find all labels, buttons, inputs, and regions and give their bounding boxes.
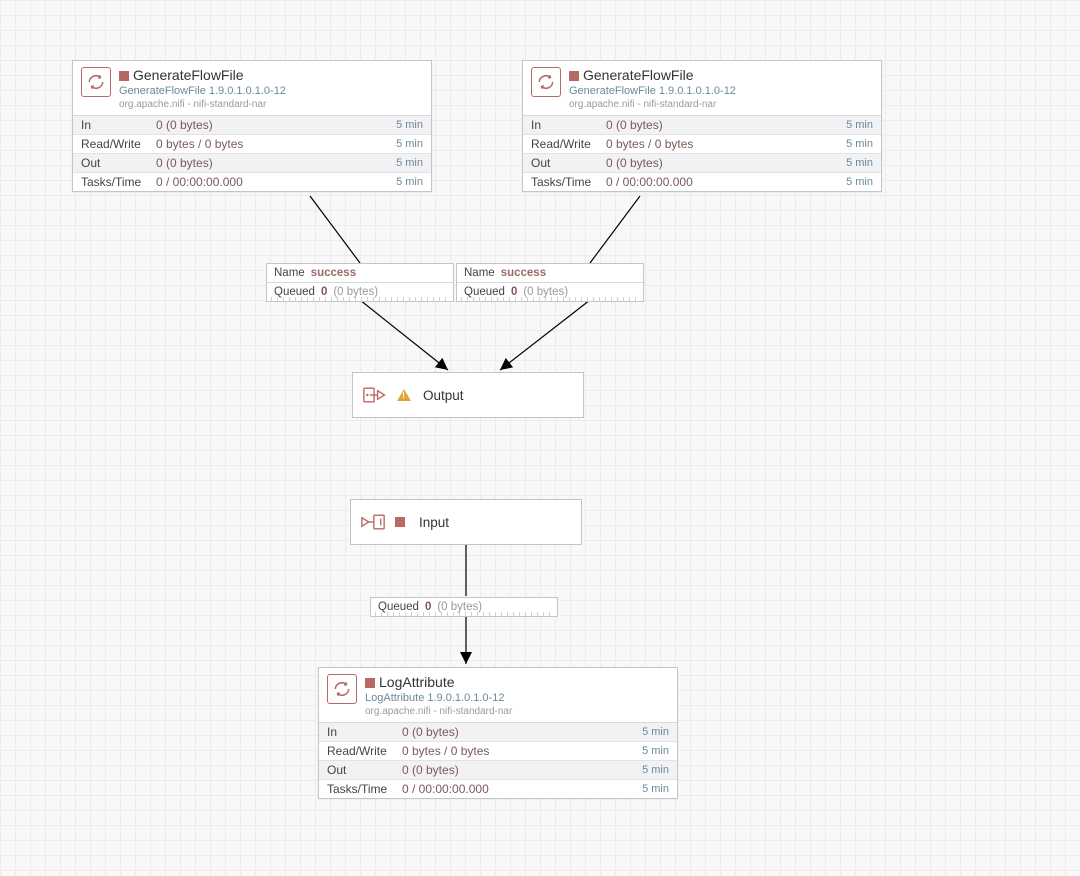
connection-name: success bbox=[501, 267, 546, 279]
stat-tasks: Tasks/Time0 / 00:00:00.0005 min bbox=[73, 173, 431, 191]
processor-generateflowfile-2[interactable]: GenerateFlowFile GenerateFlowFile 1.9.0.… bbox=[522, 60, 882, 192]
warning-icon bbox=[397, 389, 411, 401]
stat-readwrite: Read/Write0 bytes / 0 bytes5 min bbox=[523, 135, 881, 154]
queued-size: (0 bytes) bbox=[333, 286, 378, 298]
processor-stats: In0 (0 bytes)5 min Read/Write0 bytes / 0… bbox=[319, 722, 677, 798]
status-stopped-icon bbox=[365, 678, 375, 688]
stat-in: In0 (0 bytes)5 min bbox=[319, 723, 677, 742]
processor-type: GenerateFlowFile 1.9.0.1.0.1.0-12 bbox=[569, 85, 736, 98]
output-port[interactable]: Output bbox=[352, 372, 584, 418]
processor-type: GenerateFlowFile 1.9.0.1.0.1.0-12 bbox=[119, 85, 286, 98]
connection-name: success bbox=[311, 267, 356, 279]
queued-count: 0 bbox=[511, 286, 517, 298]
processor-stats: In0 (0 bytes)5 min Read/Write0 bytes / 0… bbox=[73, 115, 431, 191]
stat-out: Out0 (0 bytes)5 min bbox=[73, 154, 431, 173]
stat-out: Out0 (0 bytes)5 min bbox=[319, 761, 677, 780]
processor-name: LogAttribute bbox=[379, 674, 455, 690]
port-label: Output bbox=[423, 388, 464, 403]
stat-out: Out0 (0 bytes)5 min bbox=[523, 154, 881, 173]
connection-queue[interactable]: Queued 0 (0 bytes) bbox=[370, 597, 558, 617]
connection-queue-row: Queued 0 (0 bytes) bbox=[267, 283, 453, 301]
stat-tasks: Tasks/Time0 / 00:00:00.0005 min bbox=[523, 173, 881, 191]
input-port-icon bbox=[361, 512, 385, 532]
connection-name-row: Name success bbox=[457, 264, 643, 283]
connection-queue-row: Queued 0 (0 bytes) bbox=[457, 283, 643, 301]
queued-size: (0 bytes) bbox=[523, 286, 568, 298]
output-port-icon bbox=[363, 385, 387, 405]
queued-count: 0 bbox=[425, 601, 431, 613]
processor-logattribute[interactable]: LogAttribute LogAttribute 1.9.0.1.0.1.0-… bbox=[318, 667, 678, 799]
processor-header: LogAttribute LogAttribute 1.9.0.1.0.1.0-… bbox=[319, 668, 677, 722]
connection-name-row: Name success bbox=[267, 264, 453, 283]
connection-success-1[interactable]: Name success Queued 0 (0 bytes) bbox=[266, 263, 454, 302]
stat-tasks: Tasks/Time0 / 00:00:00.0005 min bbox=[319, 780, 677, 798]
status-stopped-icon bbox=[119, 71, 129, 81]
processor-name: GenerateFlowFile bbox=[133, 67, 244, 83]
processor-stats: In0 (0 bytes)5 min Read/Write0 bytes / 0… bbox=[523, 115, 881, 191]
processor-icon bbox=[327, 674, 357, 704]
processor-header: GenerateFlowFile GenerateFlowFile 1.9.0.… bbox=[523, 61, 881, 115]
processor-generateflowfile-1[interactable]: GenerateFlowFile GenerateFlowFile 1.9.0.… bbox=[72, 60, 432, 192]
processor-bundle: org.apache.nifi - nifi-standard-nar bbox=[365, 706, 512, 718]
processor-header: GenerateFlowFile GenerateFlowFile 1.9.0.… bbox=[73, 61, 431, 115]
processor-icon bbox=[81, 67, 111, 97]
stat-in: In0 (0 bytes)5 min bbox=[73, 116, 431, 135]
processor-type: LogAttribute 1.9.0.1.0.1.0-12 bbox=[365, 692, 512, 705]
queued-count: 0 bbox=[321, 286, 327, 298]
processor-bundle: org.apache.nifi - nifi-standard-nar bbox=[119, 99, 286, 111]
connection-queue-row: Queued 0 (0 bytes) bbox=[371, 598, 557, 616]
processor-bundle: org.apache.nifi - nifi-standard-nar bbox=[569, 99, 736, 111]
stat-readwrite: Read/Write0 bytes / 0 bytes5 min bbox=[319, 742, 677, 761]
connection-success-2[interactable]: Name success Queued 0 (0 bytes) bbox=[456, 263, 644, 302]
status-stopped-icon bbox=[395, 517, 405, 527]
queued-size: (0 bytes) bbox=[437, 601, 482, 613]
status-stopped-icon bbox=[569, 71, 579, 81]
port-label: Input bbox=[419, 515, 449, 530]
processor-icon bbox=[531, 67, 561, 97]
processor-name: GenerateFlowFile bbox=[583, 67, 694, 83]
stat-readwrite: Read/Write0 bytes / 0 bytes5 min bbox=[73, 135, 431, 154]
input-port[interactable]: Input bbox=[350, 499, 582, 545]
stat-in: In0 (0 bytes)5 min bbox=[523, 116, 881, 135]
